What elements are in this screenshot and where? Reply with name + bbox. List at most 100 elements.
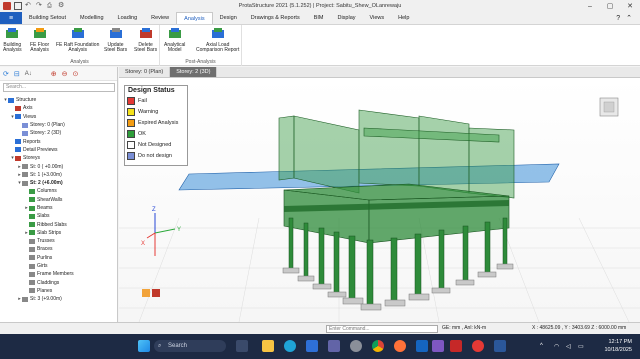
prota-taskbar-icon[interactable] <box>450 340 462 352</box>
tab-bim[interactable]: BIM <box>307 12 331 24</box>
settings-app-icon[interactable] <box>350 340 362 352</box>
tree-item-reports[interactable]: Reports <box>0 137 117 145</box>
teams-icon[interactable] <box>328 340 340 352</box>
word-icon[interactable] <box>494 340 506 352</box>
close-icon[interactable]: ✕ <box>620 0 640 12</box>
tree-item-label: Claddings <box>37 279 60 286</box>
tree-item-detail-previews[interactable]: Detail Previews <box>0 146 117 154</box>
tree-item-st-1-3-00m[interactable]: ▸ St: 1 (+3.00m) <box>0 171 117 179</box>
tree-item-claddings[interactable]: Claddings <box>0 279 117 287</box>
tree-item-label: Ribbed Slabs <box>37 221 67 228</box>
analytical-model-button[interactable]: Analytical Model <box>164 27 185 54</box>
sort-icon[interactable]: A↓ <box>25 71 32 77</box>
tree-item-storeys[interactable]: ▾ Storeys <box>0 154 117 162</box>
tab-drawings-reports[interactable]: Drawings & Reports <box>244 12 307 24</box>
tree-item-structure[interactable]: ▾ Structure <box>0 96 117 104</box>
delete-steel-bars-button[interactable]: Delete Steel Bars <box>134 27 157 54</box>
zoom-fit-icon[interactable]: ⊙ <box>73 70 79 78</box>
tree-item-ribbed-slabs[interactable]: Ribbed Slabs <box>0 220 117 228</box>
tab-loading[interactable]: Loading <box>111 12 145 24</box>
help-icon[interactable]: ? <box>616 15 620 22</box>
tray-chevron-icon[interactable]: ^ <box>540 343 543 349</box>
tree-item-planes[interactable]: Planes <box>0 287 117 295</box>
update-steel-bars-button[interactable]: Update Steel Bars <box>104 27 127 54</box>
tree-item-beams[interactable]: ▸ Beams <box>0 204 117 212</box>
tree-node-icon <box>29 222 35 228</box>
volume-icon[interactable]: ◁ <box>566 343 571 350</box>
zoom-out-icon[interactable]: ⊖ <box>62 70 68 78</box>
wifi-icon[interactable]: ◠ <box>554 343 559 350</box>
tree-item-st-3-9-00m[interactable]: ▸ St: 3 (+9.00m) <box>0 295 117 303</box>
tab-design[interactable]: Design <box>213 12 244 24</box>
taskbar-search-box[interactable]: ⌕ Search <box>154 340 226 352</box>
tree-item-purlins[interactable]: Purlins <box>0 254 117 262</box>
tree-item-st-0-0-00m[interactable]: ▸ St: 0 ( +0.00m) <box>0 162 117 170</box>
settings-icon[interactable]: ⚙ <box>58 2 66 10</box>
tab-building-setout[interactable]: Building Setout <box>22 12 73 24</box>
command-input[interactable]: Enter Command... <box>326 325 438 333</box>
chrome-icon[interactable] <box>372 340 384 352</box>
task-view-icon[interactable] <box>236 340 248 352</box>
tree-item-braces[interactable]: Braces <box>0 245 117 253</box>
axis-y-label: Y <box>177 227 181 233</box>
doc-tab-storey-0-plan[interactable]: Storey: 0 (Plan) <box>119 67 171 77</box>
axis-x-label: X <box>141 241 145 247</box>
snap-icon <box>142 289 150 297</box>
coordinates-readout: X : 48625.09 , Y : 3403.69 Z : 6000.00 m… <box>532 325 627 331</box>
tree-item-shearwalls[interactable]: ShearWalls <box>0 196 117 204</box>
system-clock[interactable]: 12:17 PM 10/18/2025 <box>604 338 632 354</box>
file-explorer-icon[interactable] <box>262 340 274 352</box>
fe-floor-analysis-button[interactable]: FE Floor Analysis <box>30 27 49 54</box>
footings <box>282 263 514 311</box>
tree-item-axis[interactable]: Axis <box>0 104 117 112</box>
tree-search-input[interactable]: Search... <box>3 83 115 92</box>
bluetooth-icon[interactable] <box>416 340 428 352</box>
ribbon-options-icon[interactable]: ⌃ <box>626 14 632 22</box>
redo-icon[interactable]: ↷ <box>36 2 44 10</box>
edge-browser-icon[interactable] <box>284 340 296 352</box>
building-analysis-button[interactable]: Building Analysis <box>3 27 22 54</box>
tree-node-icon <box>29 230 35 236</box>
tab-analysis[interactable]: Analysis <box>176 12 213 24</box>
tree-item-slabs[interactable]: Slabs <box>0 212 117 220</box>
tree-item-storey-2-3d[interactable]: Storey: 2 (3D) <box>0 129 117 137</box>
minimize-icon[interactable]: – <box>580 0 600 12</box>
units-readout: GE: mm , Anl: kN-m <box>442 325 487 331</box>
tree-item-columns[interactable]: Columns <box>0 187 117 195</box>
photos-icon[interactable] <box>432 340 444 352</box>
maximize-icon[interactable]: ▢ <box>600 0 620 12</box>
print-icon[interactable]: ⎙ <box>47 2 55 10</box>
tab-views[interactable]: Views <box>363 12 392 24</box>
windows-start-icon[interactable] <box>138 340 150 352</box>
tree-item-views[interactable]: ▾ Views <box>0 113 117 121</box>
tree-item-frame-members[interactable]: Frame Members <box>0 270 117 278</box>
zoom-in-icon[interactable]: ⊕ <box>51 70 57 78</box>
file-menu-button[interactable]: ≡ <box>0 12 22 24</box>
save-icon[interactable] <box>14 2 22 10</box>
tree-item-trusses[interactable]: Trusses <box>0 237 117 245</box>
doc-tab-storey-2-3d[interactable]: Storey: 2 (3D) <box>170 67 218 77</box>
collapse-icon[interactable]: ⊟ <box>14 70 20 78</box>
tab-review[interactable]: Review <box>144 12 176 24</box>
axial-load-comparison-report-button[interactable]: Axial Load Comparison Report <box>196 27 239 54</box>
fe-raft-icon <box>71 27 85 43</box>
legend-item-do-not-design: Do not design <box>125 150 187 161</box>
tab-help[interactable]: Help <box>391 12 416 24</box>
tab-modelling[interactable]: Modelling <box>73 12 111 24</box>
browser-icon[interactable] <box>472 340 484 352</box>
firefox-icon[interactable] <box>394 340 406 352</box>
store-icon[interactable] <box>306 340 318 352</box>
tree-item-st-2-6-00m[interactable]: ▾ St: 2 (+6.00m) <box>0 179 117 187</box>
refresh-icon[interactable]: ⟳ <box>3 70 9 78</box>
3d-viewport[interactable]: Z Y X Design Status Fail Warning Expired A… <box>119 78 640 322</box>
tree-item-label: Braces <box>37 246 53 253</box>
tree-node-icon <box>29 271 35 277</box>
tree-item-girts[interactable]: Girts <box>0 262 117 270</box>
tab-display[interactable]: Display <box>330 12 362 24</box>
fe-raft-foundation-analysis-button[interactable]: FE Raft Foundation Analysis <box>56 27 99 54</box>
undo-icon[interactable]: ↶ <box>25 2 33 10</box>
tree-node-icon <box>15 147 21 153</box>
tree-item-storey-0-plan[interactable]: Storey: 0 (Plan) <box>0 121 117 129</box>
battery-icon[interactable]: ▭ <box>578 343 584 350</box>
tree-item-slab-strips[interactable]: ▸ Slab Strips <box>0 229 117 237</box>
